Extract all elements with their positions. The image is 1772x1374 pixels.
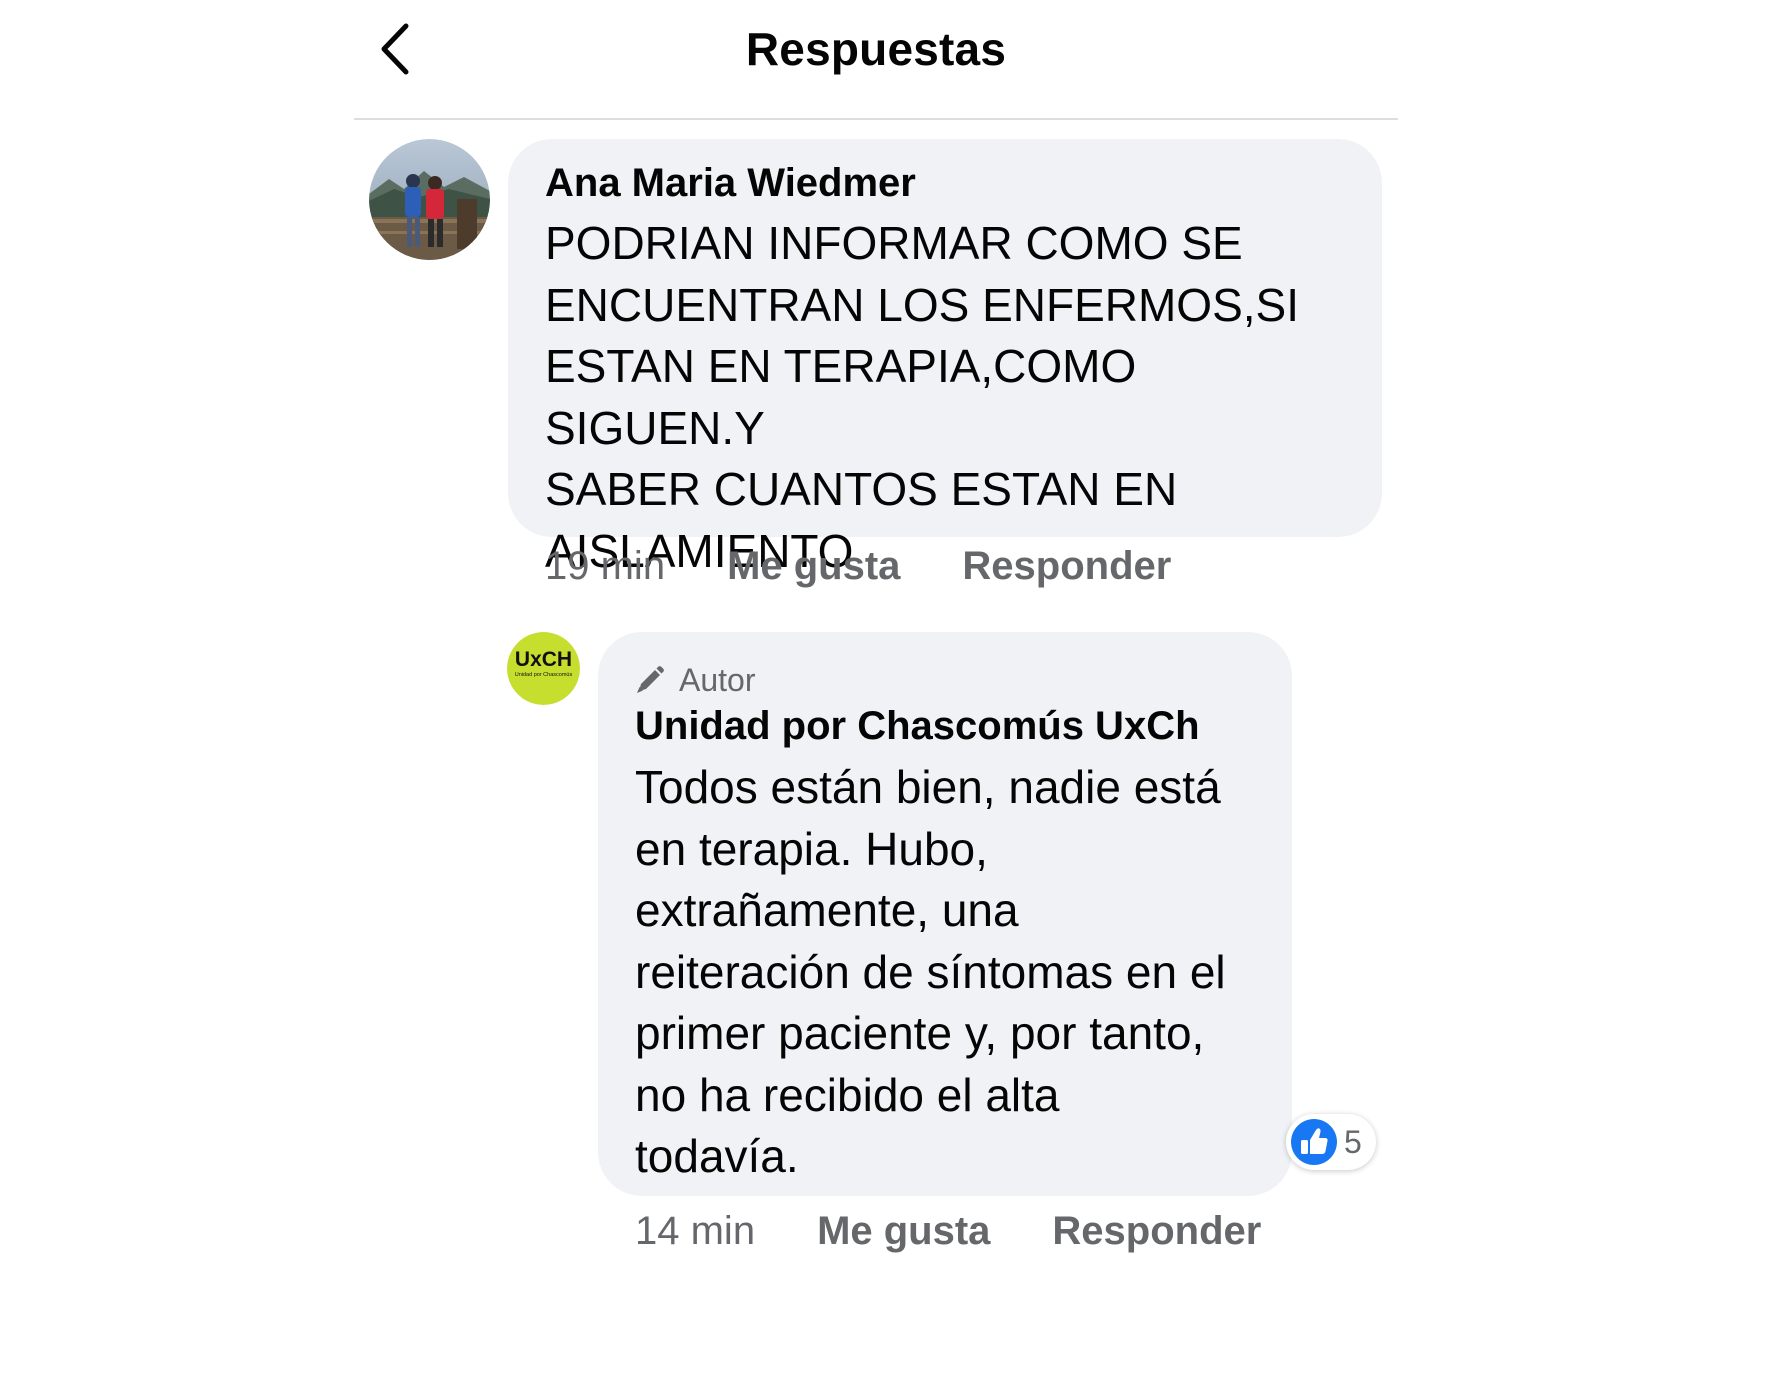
reaction-count: 5 bbox=[1344, 1123, 1362, 1160]
logo-subtext: Unidad por Chascomús bbox=[515, 672, 573, 678]
author-badge-label: Autor bbox=[679, 661, 756, 698]
comment-line: Todos están bien, nadie está bbox=[635, 761, 1221, 813]
comment-line: reiteración de síntomas en el bbox=[635, 945, 1226, 998]
logo-text: UxCH bbox=[515, 648, 572, 671]
like-icon bbox=[1291, 1119, 1337, 1165]
comment-line: ENCUENTRAN LOS ENFERMOS,SI bbox=[545, 278, 1299, 331]
comment-text: Todos están bien, nadie está en terapia.… bbox=[635, 757, 1262, 1188]
author-name[interactable]: Unidad por Chascomús UxCh bbox=[635, 702, 1262, 750]
like-button[interactable]: Me gusta bbox=[817, 1209, 990, 1254]
comment-actions: 14 min Me gusta Responder bbox=[635, 1209, 1261, 1254]
avatar[interactable] bbox=[369, 139, 490, 260]
author-name[interactable]: Ana Maria Wiedmer bbox=[545, 159, 1346, 207]
comment-line: PODRIAN INFORMAR COMO SE bbox=[545, 217, 1243, 269]
top-bar: Respuestas bbox=[354, 0, 1398, 120]
reply-bubble: Autor Unidad por Chascomús UxCh Todos es… bbox=[598, 632, 1292, 1196]
reply-button[interactable]: Responder bbox=[962, 544, 1171, 589]
author-badge: Autor bbox=[635, 658, 1262, 702]
comment-line: en terapia. Hubo, bbox=[635, 822, 988, 875]
comment-line: primer paciente y, por tanto, bbox=[635, 1007, 1205, 1059]
comment-line: extrañamente, una bbox=[635, 884, 1019, 936]
comment-line: SABER CUANTOS ESTAN EN bbox=[545, 463, 1178, 515]
comment-bubble: Ana Maria Wiedmer PODRIAN INFORMAR COMO … bbox=[508, 139, 1382, 577]
comment-line: ESTAN EN TERAPIA,COMO SIGUEN.Y bbox=[545, 340, 1137, 454]
pencil-icon bbox=[637, 666, 664, 693]
profile-photo bbox=[369, 139, 490, 260]
page-logo: UxCH Unidad por Chascomús bbox=[507, 632, 580, 705]
avatar[interactable]: UxCH Unidad por Chascomús bbox=[507, 632, 580, 705]
comment-text: PODRIAN INFORMAR COMO SE ENCUENTRAN LOS … bbox=[545, 213, 1346, 582]
reply-button[interactable]: Responder bbox=[1052, 1209, 1261, 1254]
comment-line: todavía. bbox=[635, 1130, 799, 1182]
timestamp: 19 min bbox=[545, 544, 666, 588]
comment-actions: 19 min Me gusta Responder bbox=[545, 544, 1171, 589]
timestamp: 14 min bbox=[635, 1209, 756, 1253]
reaction-summary[interactable]: 5 bbox=[1286, 1114, 1376, 1170]
page-title: Respuestas bbox=[745, 23, 1007, 75]
comment-line: no ha recibido el alta bbox=[635, 1068, 1060, 1121]
like-button[interactable]: Me gusta bbox=[727, 544, 900, 589]
